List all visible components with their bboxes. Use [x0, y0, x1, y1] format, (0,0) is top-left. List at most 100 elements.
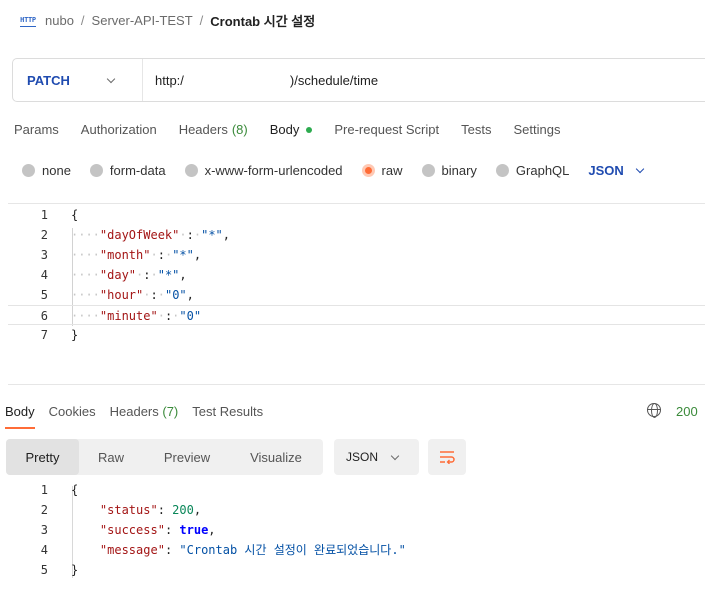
- url-bar: PATCH http:/ )/schedule/time: [12, 58, 705, 102]
- tab-test-results[interactable]: Test Results: [192, 404, 263, 419]
- response-format-select[interactable]: JSON: [334, 439, 419, 475]
- tab-label: Params: [14, 122, 59, 137]
- tab-count: (8): [231, 122, 248, 137]
- code-line: 2 "status": 200,: [8, 500, 705, 520]
- json-comma: ,: [193, 503, 202, 517]
- tab-authorization[interactable]: Authorization: [81, 122, 157, 137]
- body-language-select[interactable]: JSON: [588, 163, 645, 178]
- json-comma: ,: [186, 288, 194, 302]
- tab-label: Body: [5, 404, 35, 419]
- tab-label: Pre-request Script: [334, 122, 440, 137]
- radio-none[interactable]: none: [22, 163, 71, 178]
- code-line-current: 6 ····"minute"·:·"0": [8, 305, 705, 325]
- json-key: "message": [99, 543, 165, 557]
- radio-raw[interactable]: raw: [361, 163, 403, 178]
- radio-dot-icon: [495, 164, 509, 177]
- tab-response-headers[interactable]: Headers (7): [110, 404, 179, 419]
- json-comma: ,: [222, 228, 231, 242]
- code-line: 3 "success": true,: [8, 520, 705, 540]
- tab-settings[interactable]: Settings: [513, 122, 560, 137]
- tab-tests[interactable]: Tests: [461, 122, 491, 137]
- tab-response-cookies[interactable]: Cookies: [49, 404, 96, 419]
- chevron-down-icon: [390, 451, 400, 460]
- line-number: 1: [40, 208, 48, 222]
- radio-dot-icon: [421, 164, 435, 177]
- code-line: 5 ····"hour"·:·"0",: [8, 285, 705, 305]
- line-number: 3: [40, 248, 48, 262]
- radio-dot-icon: [184, 164, 198, 177]
- breadcrumb-request-name[interactable]: Crontab 시간 설정: [210, 11, 315, 30]
- tab-pre-request-script[interactable]: Pre-request Script: [334, 122, 439, 137]
- radio-x-www-form-urlencoded[interactable]: x-www-form-urlencoded: [184, 163, 343, 178]
- json-key: "hour": [99, 288, 144, 302]
- code-text: ····"minute"·:·"0": [71, 309, 202, 323]
- body-language-label: JSON: [588, 163, 624, 178]
- code-text: {: [71, 483, 79, 497]
- view-pretty-button[interactable]: Pretty: [6, 439, 79, 475]
- json-value: "0": [179, 309, 202, 323]
- response-view-modes: Pretty Raw Preview Visualize: [6, 439, 323, 475]
- line-number: 3: [40, 523, 48, 537]
- response-status[interactable]: 200: [676, 404, 698, 419]
- code-text: "success": true,: [99, 523, 216, 537]
- http-request-icon: HTTP: [20, 13, 36, 27]
- view-preview-button[interactable]: Preview: [143, 439, 231, 475]
- json-key: "success": [99, 523, 165, 537]
- tab-label: Headers: [178, 122, 228, 137]
- tab-label: Cookies: [48, 404, 96, 419]
- line-number: 5: [40, 288, 48, 302]
- chevron-down-icon: [106, 74, 116, 83]
- tab-params[interactable]: Params: [14, 122, 59, 137]
- json-value: true: [179, 523, 209, 537]
- tab-label: Headers: [109, 404, 159, 419]
- line-number: 4: [40, 543, 48, 557]
- json-key: "status": [99, 503, 158, 517]
- code-text: ····"hour"·:·"0",: [71, 288, 194, 302]
- line-number: 7: [40, 328, 48, 342]
- method-select[interactable]: PATCH: [13, 59, 143, 101]
- breadcrumb-collection[interactable]: Server-API-TEST: [92, 13, 193, 28]
- json-key: "day": [99, 268, 137, 282]
- tab-label: Settings: [513, 122, 561, 137]
- code-line: 4 "message": "Crontab 시간 설정이 완료되었습니다.": [8, 540, 705, 560]
- url-input[interactable]: http:/ )/schedule/time: [143, 73, 378, 88]
- radio-label: raw: [381, 163, 403, 178]
- code-line: 7}: [8, 325, 705, 345]
- response-body-viewer[interactable]: 1 { 2 "status": 200, 3 "success": true, 4…: [8, 480, 705, 580]
- code-text: "message": "Crontab 시간 설정이 완료되었습니다.": [99, 543, 406, 557]
- json-key: "minute": [99, 309, 158, 323]
- response-tabs: Body Cookies Headers (7) Test Results: [5, 404, 277, 429]
- code-text: ····"dayOfWeek"·:·"*",: [71, 228, 231, 242]
- radio-label: binary: [441, 163, 477, 178]
- tab-body[interactable]: Body: [270, 122, 313, 137]
- code-text: "status": 200,: [99, 503, 202, 517]
- url-prefix: http:/: [155, 72, 184, 88]
- code-text: ····"month"·:·"*",: [71, 248, 202, 262]
- globe-icon[interactable]: [647, 403, 661, 418]
- json-key: "dayOfWeek": [99, 228, 180, 242]
- radio-binary[interactable]: binary: [421, 163, 477, 178]
- code-line: 1{: [8, 205, 705, 225]
- view-raw-button[interactable]: Raw: [79, 439, 143, 475]
- radio-label: GraphQL: [515, 163, 570, 178]
- view-visualize-button[interactable]: Visualize: [231, 439, 321, 475]
- code-text: ····"day"·:·"*",: [71, 268, 187, 282]
- response-format-label: JSON: [346, 450, 379, 464]
- tab-label: Authorization: [80, 122, 157, 137]
- code-text: }: [71, 328, 79, 342]
- line-number: 1: [40, 483, 48, 497]
- body-type-options: none form-data x-www-form-urlencoded raw…: [22, 163, 645, 178]
- breadcrumb-workspace[interactable]: nubo: [45, 13, 74, 28]
- json-comma: ,: [208, 523, 216, 537]
- radio-form-data[interactable]: form-data: [89, 163, 166, 178]
- json-comma: ,: [193, 248, 202, 262]
- tab-headers[interactable]: Headers (8): [179, 122, 248, 137]
- tab-label: Tests: [461, 122, 492, 137]
- radio-label: form-data: [109, 163, 166, 178]
- method-label: PATCH: [27, 72, 70, 88]
- radio-graphql[interactable]: GraphQL: [495, 163, 570, 178]
- tab-response-body[interactable]: Body: [5, 404, 35, 429]
- wrap-lines-button[interactable]: [428, 439, 466, 475]
- url-path: )/schedule/time: [289, 72, 379, 88]
- request-body-editor[interactable]: 1{ 2 ····"dayOfWeek"·:·"*", 3 ····"month"·…: [8, 203, 705, 385]
